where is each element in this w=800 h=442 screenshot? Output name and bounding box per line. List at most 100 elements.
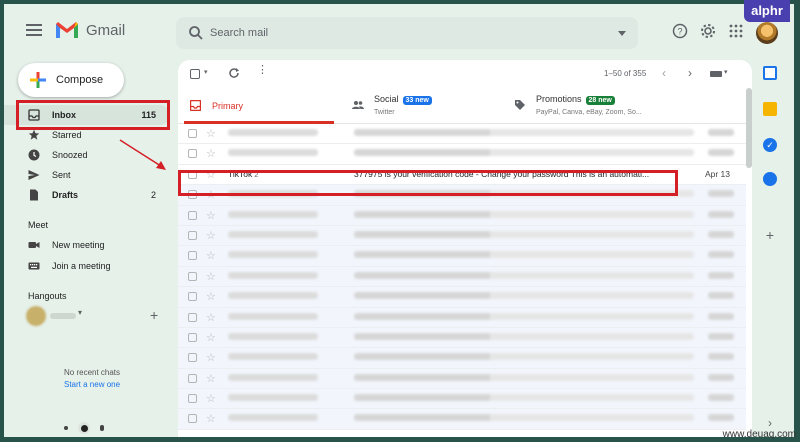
newer-page-icon[interactable]: ‹	[662, 66, 666, 80]
tasks-icon[interactable]: ✓	[763, 138, 777, 152]
settings-gear-icon[interactable]	[700, 23, 716, 39]
account-avatar[interactable]	[756, 22, 778, 44]
help-icon[interactable]: ?	[672, 23, 688, 39]
star-toggle-icon[interactable]: ☆	[206, 372, 216, 385]
search-icon[interactable]	[188, 25, 204, 41]
search-input[interactable]	[210, 23, 590, 43]
star-toggle-icon[interactable]: ☆	[206, 147, 216, 160]
gmail-logo[interactable]: Gmail	[54, 20, 125, 40]
email-list-scrollbar[interactable]	[746, 88, 752, 437]
email-date-redacted	[708, 353, 734, 361]
tab-primary[interactable]: Primary	[184, 88, 334, 124]
star-toggle-icon[interactable]: ☆	[206, 229, 216, 242]
get-addons-plus-icon[interactable]: +	[763, 228, 777, 242]
hangouts-status-caret-icon[interactable]: ▾	[78, 308, 82, 317]
search-bar[interactable]	[176, 17, 638, 49]
star-toggle-icon[interactable]: ☆	[206, 270, 216, 283]
email-row[interactable]: ☆	[178, 368, 746, 390]
row-checkbox[interactable]	[188, 271, 197, 281]
star-toggle-icon[interactable]: ☆	[206, 412, 216, 425]
input-tools-icon[interactable]	[710, 71, 722, 77]
more-options-icon[interactable]: ⋮	[257, 65, 268, 76]
row-checkbox[interactable]	[188, 251, 197, 261]
search-options-icon[interactable]	[618, 31, 626, 36]
keyboard-icon	[28, 262, 40, 270]
compose-button[interactable]: Compose	[18, 63, 124, 97]
menu-icon[interactable]	[26, 24, 42, 38]
contacts-icon[interactable]	[763, 172, 777, 186]
email-subject-redacted	[354, 271, 694, 279]
email-row[interactable]: ☆	[178, 327, 746, 349]
send-icon	[28, 170, 40, 180]
email-row[interactable]: ☆	[178, 246, 746, 267]
row-checkbox[interactable]	[188, 129, 197, 138]
row-checkbox[interactable]	[188, 332, 197, 342]
tab-promotions[interactable]: Promotions 28 new PayPal, Canva, eBay, Zo…	[512, 88, 712, 124]
row-checkbox[interactable]	[188, 210, 197, 220]
select-dropdown-icon[interactable]: ▾	[204, 68, 208, 76]
star-toggle-icon[interactable]: ☆	[206, 392, 216, 405]
email-date-redacted	[708, 332, 734, 340]
sidebar-item-sent[interactable]: Sent	[4, 165, 170, 185]
refresh-icon[interactable]	[228, 67, 240, 79]
row-checkbox[interactable]	[188, 312, 197, 322]
scrollbar-thumb[interactable]	[746, 88, 752, 168]
phone-icon[interactable]	[100, 425, 104, 431]
email-row[interactable]: ☆	[178, 266, 746, 288]
email-row[interactable]: ☆	[178, 144, 746, 165]
email-row[interactable]: ☆	[178, 348, 746, 369]
email-sender-redacted	[228, 312, 318, 320]
email-row[interactable]: ☆	[178, 287, 746, 308]
star-toggle-icon[interactable]: ☆	[206, 290, 216, 303]
people-icon	[352, 101, 364, 109]
row-checkbox[interactable]	[188, 149, 197, 159]
meet-section-title: Meet	[28, 220, 49, 230]
row-checkbox[interactable]	[188, 414, 197, 424]
row-checkbox[interactable]	[188, 292, 197, 302]
hangouts-icon[interactable]	[78, 422, 90, 434]
email-date: Apr 13	[704, 168, 730, 179]
email-subject-redacted	[354, 129, 694, 136]
email-date-redacted	[708, 149, 734, 157]
select-all-checkbox[interactable]	[190, 69, 200, 79]
star-toggle-icon[interactable]: ☆	[206, 311, 216, 324]
contacts-dot-icon[interactable]	[64, 426, 68, 430]
star-toggle-icon[interactable]: ☆	[206, 209, 216, 222]
promotions-new-badge: 28 new	[585, 96, 615, 105]
email-row[interactable]: ☆	[178, 307, 746, 328]
star-toggle-icon[interactable]: ☆	[206, 127, 216, 140]
new-hangout-plus-icon[interactable]: +	[150, 307, 158, 323]
gmail-m-icon	[56, 22, 78, 38]
keep-icon[interactable]	[763, 102, 777, 116]
row-checkbox[interactable]	[188, 230, 197, 240]
email-row[interactable]: ☆	[178, 409, 746, 430]
join-meeting-item[interactable]: Join a meeting	[4, 256, 170, 276]
sidebar-item-label: Starred	[52, 130, 82, 140]
older-page-icon[interactable]: ›	[688, 66, 692, 80]
start-new-chat-link[interactable]: Start a new one	[64, 380, 120, 389]
input-tools-dropdown-icon[interactable]: ▾	[724, 68, 728, 76]
show-side-panel-icon[interactable]: ›	[763, 416, 777, 430]
row-checkbox[interactable]	[188, 353, 197, 363]
row-checkbox[interactable]	[188, 373, 197, 383]
apps-grid-icon[interactable]	[728, 23, 744, 39]
star-toggle-icon[interactable]: ☆	[206, 249, 216, 262]
email-row[interactable]: ☆	[178, 225, 746, 247]
email-sender-redacted	[228, 129, 318, 136]
new-meeting-item[interactable]: New meeting	[4, 235, 170, 255]
email-date-redacted	[708, 190, 734, 198]
email-row[interactable]: ☆	[178, 389, 746, 410]
email-date-redacted	[708, 292, 734, 300]
email-row[interactable]: ☆	[178, 205, 746, 226]
star-toggle-icon[interactable]: ☆	[206, 351, 216, 364]
sidebar-item-snoozed[interactable]: Snoozed	[4, 145, 170, 165]
hangouts-user-avatar[interactable]	[26, 306, 46, 326]
tab-social[interactable]: Social 33 new Twitter	[348, 88, 508, 124]
calendar-icon[interactable]	[763, 66, 777, 80]
hangouts-user-name	[50, 313, 76, 319]
star-toggle-icon[interactable]: ☆	[206, 331, 216, 344]
row-checkbox[interactable]	[188, 394, 197, 404]
sidebar-item-drafts[interactable]: Drafts 2	[4, 185, 170, 205]
email-row[interactable]: ☆	[178, 124, 746, 145]
header: Gmail ?	[4, 4, 794, 60]
